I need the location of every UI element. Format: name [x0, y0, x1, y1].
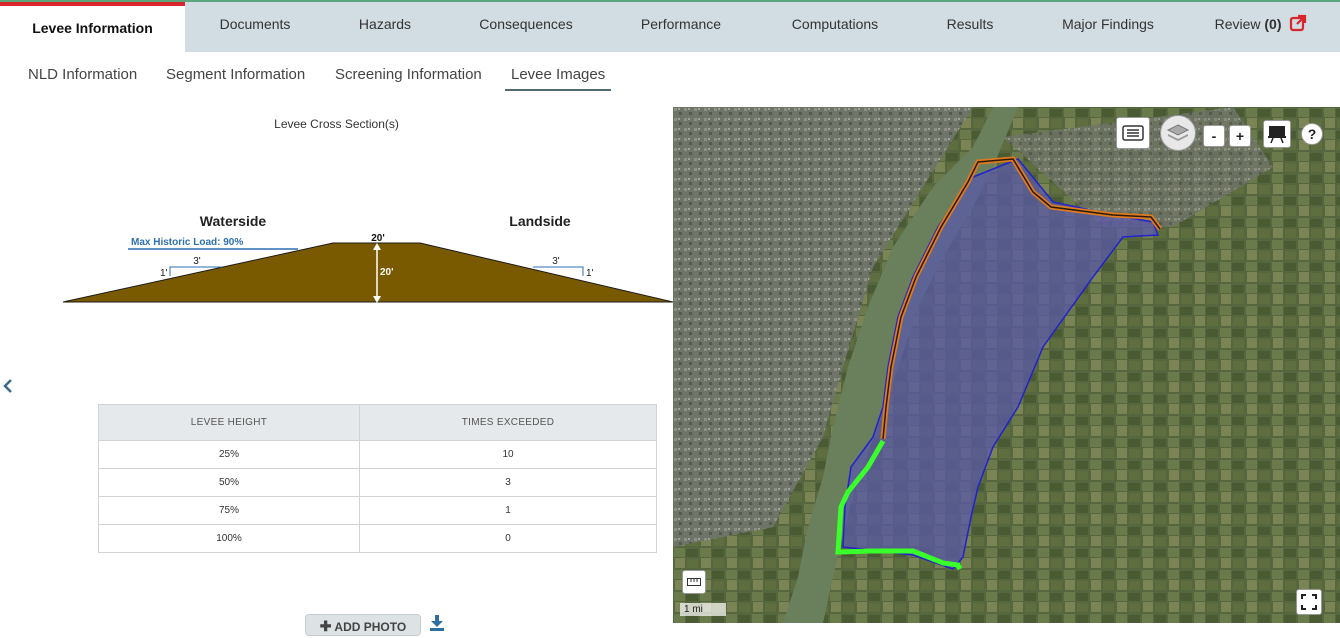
subtab-label: Screening Information [335, 66, 482, 83]
column-header-times-exceeded: TIMES EXCEEDED [359, 404, 657, 441]
map-scale-bar: 1 mi [680, 603, 726, 616]
tab-consequences[interactable]: Consequences [445, 2, 607, 52]
review-count: (0) [1264, 16, 1282, 32]
max-historic-load-label: Max Historic Load: 90% [131, 237, 243, 248]
landside-slope-rise: 1' [586, 268, 594, 279]
layers-icon [1166, 124, 1190, 141]
cross-section-title: Levee Cross Section(s) [274, 117, 399, 131]
fullscreen-icon [1301, 594, 1317, 610]
tab-label: Computations [791, 16, 879, 32]
subtab-label: NLD Information [28, 66, 138, 83]
height-label: 20' [380, 267, 394, 278]
table-header-row: LEVEE HEIGHT TIMES EXCEEDED [98, 404, 657, 441]
column-header-levee-height: LEVEE HEIGHT [98, 404, 360, 441]
levee-images-panel: Levee Cross Section(s) Waterside Landsid… [0, 107, 673, 636]
levee-height-cell: 100% [98, 524, 360, 553]
landside-label: Landside [509, 213, 571, 229]
tab-label: Consequences [479, 16, 573, 32]
table-row: 75% 1 [98, 496, 657, 525]
tab-hazards[interactable]: Hazards [325, 2, 445, 52]
subtab-screening-information[interactable]: Screening Information [335, 66, 482, 89]
add-photo-label: ADD PHOTO [334, 620, 407, 634]
tab-label: Levee Information [32, 20, 153, 36]
tab-performance[interactable]: Performance [607, 2, 755, 52]
list-icon [1122, 125, 1144, 141]
waterside-slope-run: 3' [193, 256, 201, 267]
zoom-in-button[interactable]: + [1229, 125, 1251, 147]
download-icon[interactable] [430, 615, 444, 631]
waterside-slope-rise: 1' [160, 268, 168, 279]
satellite-imagery [673, 107, 1340, 623]
times-exceeded-cell: 1 [359, 496, 657, 525]
subtab-label: Segment Information [166, 66, 306, 83]
help-icon: ? [1307, 126, 1317, 142]
tab-major-findings[interactable]: Major Findings [1025, 2, 1191, 52]
layers-button[interactable] [1160, 115, 1196, 151]
zoom-out-label: - [1211, 128, 1217, 144]
levee-body [62, 242, 673, 303]
times-exceeded-cell: 3 [359, 468, 657, 497]
subtab-nld-information[interactable]: NLD Information [28, 66, 137, 89]
zoom-out-button[interactable]: - [1203, 125, 1225, 147]
subtab-levee-images[interactable]: Levee Images [505, 66, 612, 91]
tab-review[interactable]: Review (0) [1191, 2, 1331, 52]
zoom-in-label: + [1235, 128, 1245, 144]
tab-label: Documents [219, 16, 291, 32]
tab-label: Major Findings [1062, 16, 1154, 32]
presentation-icon [1268, 126, 1286, 144]
presentation-button[interactable] [1263, 120, 1291, 148]
tab-label: Hazards [358, 16, 412, 32]
tab-levee-information[interactable]: Levee Information [0, 2, 185, 52]
help-button[interactable]: ? [1301, 123, 1323, 145]
list-toggle-button[interactable] [1116, 117, 1150, 149]
times-exceeded-table: LEVEE HEIGHT TIMES EXCEEDED 25% 10 50% 3… [98, 404, 657, 553]
tab-label: Results [946, 16, 994, 32]
levee-height-cell: 25% [98, 440, 360, 469]
table-row: 100% 0 [98, 524, 657, 553]
sub-tab-bar: NLD Information Segment Information Scre… [0, 52, 1340, 102]
crest-width-label: 20' [371, 233, 385, 244]
plus-icon: ✚ [319, 618, 332, 634]
times-exceeded-cell: 10 [359, 440, 657, 469]
fullscreen-button[interactable] [1296, 589, 1322, 615]
waterside-label: Waterside [200, 213, 267, 229]
tab-documents[interactable]: Documents [185, 2, 325, 52]
levee-map[interactable]: - + ? 1 mi [673, 107, 1340, 623]
tab-label: Performance [640, 16, 722, 32]
levee-cross-section-diagram: Waterside Landside Max Historic Load: 90… [62, 213, 673, 303]
subtab-label: Levee Images [511, 66, 606, 83]
measure-button[interactable] [682, 570, 706, 594]
levee-height-cell: 75% [98, 496, 360, 525]
table-row: 50% 3 [98, 468, 657, 497]
table-row: 25% 10 [98, 440, 657, 469]
external-link-icon[interactable] [1289, 14, 1307, 32]
times-exceeded-cell: 0 [359, 524, 657, 553]
ruler-icon [687, 578, 701, 586]
subtab-segment-information[interactable]: Segment Information [166, 66, 305, 89]
collapse-panel-chevron-icon[interactable] [3, 377, 13, 398]
tab-computations[interactable]: Computations [755, 2, 915, 52]
levee-height-cell: 50% [98, 468, 360, 497]
landside-slope-run: 3' [552, 256, 560, 267]
tab-label: Review [1214, 16, 1261, 32]
main-tab-bar: Levee Information Documents Hazards Cons… [0, 0, 1340, 52]
tab-results[interactable]: Results [915, 2, 1025, 52]
